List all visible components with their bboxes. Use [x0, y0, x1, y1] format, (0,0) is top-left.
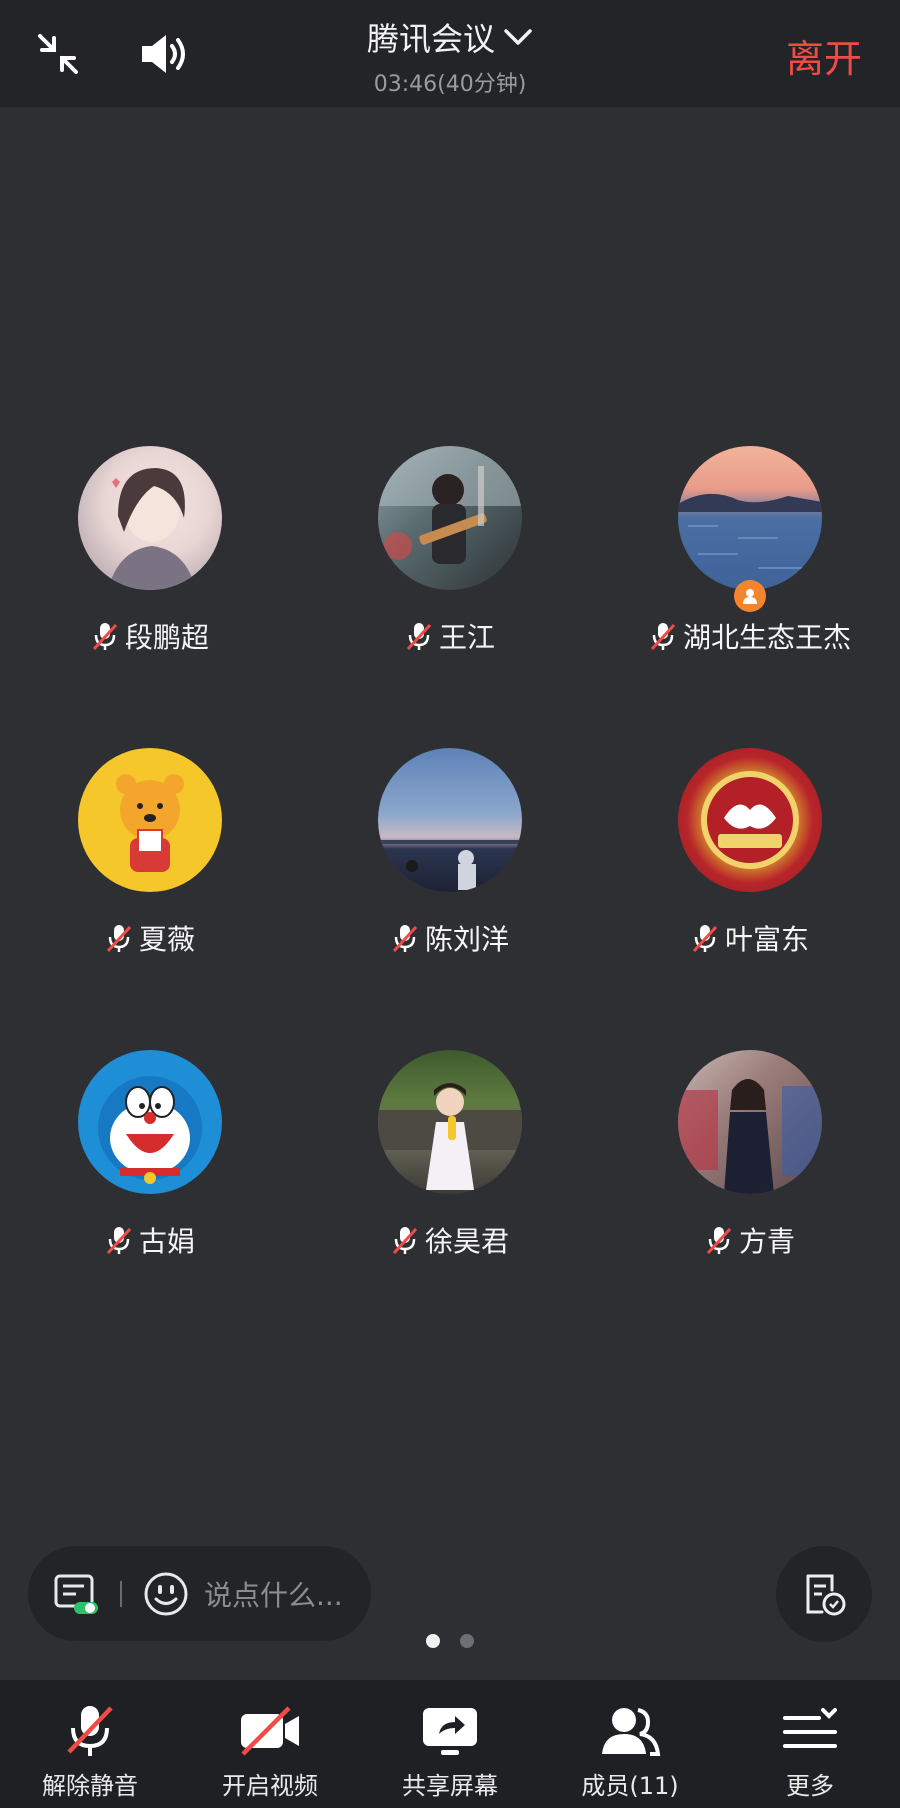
- avatar: [78, 748, 222, 892]
- meeting-title[interactable]: 腾讯会议: [367, 14, 495, 60]
- muted-mic-icon: [92, 623, 118, 651]
- page-indicator[interactable]: [0, 1634, 900, 1648]
- muted-mic-icon: [392, 1227, 418, 1255]
- chat-input-pill[interactable]: 说点什么...: [28, 1546, 371, 1641]
- page-dot-1[interactable]: [426, 1634, 440, 1648]
- avatar: [378, 446, 522, 590]
- muted-mic-icon: [406, 623, 432, 651]
- notes-button[interactable]: [776, 1546, 872, 1642]
- muted-mic-icon: [106, 925, 132, 953]
- participant-name: 陈刘洋: [424, 923, 509, 956]
- participant-name: 夏薇: [138, 923, 195, 956]
- avatar: [678, 1050, 822, 1194]
- more-label: 更多: [786, 1772, 834, 1800]
- start-video-button[interactable]: 开启视频: [180, 1680, 360, 1808]
- participant-tile[interactable]: 湖北生态王杰: [600, 446, 900, 656]
- share-label: 共享屏幕: [402, 1772, 498, 1800]
- participant-tile[interactable]: 方青: [600, 1050, 900, 1260]
- participant-name: 方青: [738, 1225, 795, 1258]
- unmute-label: 解除静音: [42, 1772, 138, 1800]
- participant-name: 王江: [438, 621, 495, 654]
- avatar: [678, 446, 822, 612]
- divider: [120, 1580, 122, 1607]
- muted-mic-icon: [106, 1227, 132, 1255]
- video-label: 开启视频: [222, 1772, 318, 1800]
- avatar: [678, 748, 822, 892]
- muted-mic-icon: [392, 925, 418, 953]
- more-menu-icon: [783, 1708, 837, 1748]
- participant-tile[interactable]: 叶富东: [600, 748, 900, 958]
- participant-tile[interactable]: 夏薇: [0, 748, 300, 958]
- video-off-icon: [241, 1706, 299, 1756]
- muted-mic-icon: [706, 1227, 732, 1255]
- avatar: [78, 446, 222, 590]
- participant-tile[interactable]: 徐昊君: [300, 1050, 600, 1260]
- chevron-down-icon[interactable]: [503, 27, 533, 47]
- members-label: 成员(11): [581, 1772, 679, 1800]
- chat-placeholder[interactable]: 说点什么...: [204, 1574, 343, 1614]
- participant-tile[interactable]: 古娟: [0, 1050, 300, 1260]
- chat-list-icon[interactable]: [52, 1572, 100, 1616]
- top-bar: 腾讯会议 03:46(40分钟) 离开: [0, 0, 900, 107]
- avatar: [378, 1050, 522, 1194]
- share-screen-button[interactable]: 共享屏幕: [360, 1680, 540, 1808]
- more-button[interactable]: 更多: [720, 1680, 900, 1808]
- participant-name: 段鹏超: [124, 621, 209, 654]
- members-button[interactable]: 成员(11): [540, 1680, 720, 1808]
- participant-name: 徐昊君: [424, 1225, 509, 1258]
- unmute-button[interactable]: 解除静音: [0, 1680, 180, 1808]
- participant-tile[interactable]: 段鹏超: [0, 446, 300, 656]
- page-dot-2[interactable]: [460, 1634, 474, 1648]
- share-screen-icon: [423, 1708, 477, 1755]
- muted-mic-icon: [692, 925, 718, 953]
- participant-name: 叶富东: [724, 923, 809, 956]
- avatar: [378, 748, 522, 892]
- participant-tile[interactable]: 王江: [300, 446, 600, 656]
- document-icon: [806, 1574, 846, 1616]
- bottom-toolbar: 解除静音 开启视频 共享屏幕 成员(11) 更多: [0, 1680, 900, 1808]
- meeting-timer: 03:46(40分钟): [373, 72, 527, 97]
- host-badge: [734, 580, 766, 612]
- muted-mic-icon: [67, 1706, 113, 1756]
- participant-name: 古娟: [138, 1225, 195, 1258]
- members-icon: [602, 1708, 661, 1756]
- participant-tile[interactable]: 陈刘洋: [300, 748, 600, 958]
- participant-name: 湖北生态王杰: [682, 621, 851, 654]
- leave-button[interactable]: 离开: [786, 28, 862, 83]
- emoji-icon[interactable]: [142, 1570, 190, 1618]
- muted-mic-icon: [650, 623, 676, 651]
- avatar: [78, 1050, 222, 1194]
